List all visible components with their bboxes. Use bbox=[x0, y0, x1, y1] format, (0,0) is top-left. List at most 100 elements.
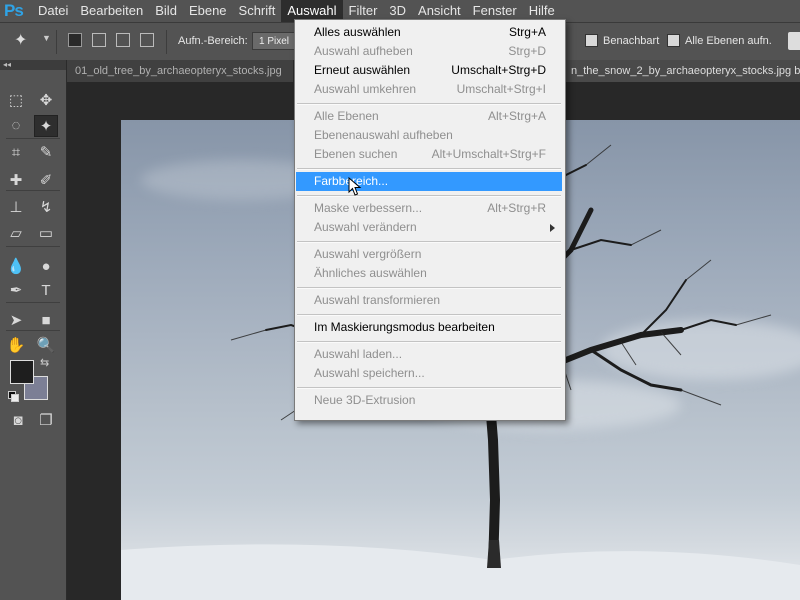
clone-stamp-icon[interactable]: ⊥ bbox=[4, 197, 28, 219]
menu-item-label: Maske verbessern... bbox=[314, 201, 423, 215]
menu-bearbeiten[interactable]: Bearbeiten bbox=[74, 0, 149, 22]
hand-icon[interactable]: ✋ bbox=[4, 335, 28, 357]
menu-item-alles-auswahlen[interactable]: Alles auswählen Strg+A bbox=[296, 23, 562, 42]
photoshop-logo-icon: Ps bbox=[4, 1, 24, 20]
menu-item-label: Auswahl speichern... bbox=[314, 366, 425, 380]
foreground-color-swatch[interactable] bbox=[10, 360, 34, 384]
submenu-arrow-icon bbox=[550, 224, 555, 232]
menu-item-label: Auswahl umkehren bbox=[314, 82, 417, 96]
sample-size-label: Aufn.-Bereich: bbox=[178, 35, 248, 47]
menu-item-auswahl-laden: Auswahl laden... bbox=[296, 345, 562, 364]
menu-item-label: Ebenenauswahl aufheben bbox=[314, 128, 453, 142]
menu-item-shortcut: Strg+A bbox=[508, 25, 546, 39]
toolbar-divider bbox=[6, 246, 60, 247]
menu-item-label: Auswahl vergrößern bbox=[314, 247, 422, 261]
menu-schrift[interactable]: Schrift bbox=[233, 0, 282, 22]
divider bbox=[166, 30, 167, 54]
menu-bild[interactable]: Bild bbox=[149, 0, 183, 22]
menu-item-auswahl-speichern: Auswahl speichern... bbox=[296, 364, 562, 383]
menu-item-label: Auswahl transformieren bbox=[314, 293, 441, 307]
menu-item-shortcut: Umschalt+Strg+I bbox=[456, 82, 546, 96]
subtract-from-selection-icon[interactable] bbox=[116, 33, 130, 47]
mouse-cursor-icon bbox=[348, 177, 362, 196]
menu-item-farbbereich[interactable]: Farbbereich... bbox=[296, 172, 562, 191]
tools-panel: ◂◂ ⇆ ◙ ❐ ⬚ ✥ ◌ ✦ ⌗ ✎ ✚ ✐ ⊥ ↯ ▱ ▭ 💧 ● ✒ T ➤ ■ ✋ 🔍 bbox=[0, 60, 67, 600]
crop-icon[interactable]: ⌗ bbox=[4, 142, 28, 164]
menu-item-auswahl-aufheben: Auswahl aufheben Strg+D bbox=[296, 42, 562, 61]
tab-document-2[interactable]: n_the_snow_2_by_archaeopteryx_stocks.jpg… bbox=[563, 60, 800, 82]
menu-item-shortcut: Alt+Strg+R bbox=[487, 201, 546, 215]
menu-item-label: Neue 3D-Extrusion bbox=[314, 393, 416, 407]
menu-item-label: Ebenen suchen bbox=[314, 147, 398, 161]
healing-brush-icon[interactable]: ✚ bbox=[4, 170, 28, 192]
dodge-icon[interactable]: ● bbox=[34, 256, 58, 278]
type-icon[interactable]: T bbox=[34, 280, 58, 302]
blur-icon[interactable]: 💧 bbox=[4, 256, 28, 278]
magic-wand-icon[interactable]: ✦ bbox=[34, 115, 58, 137]
gradient-icon[interactable]: ▭ bbox=[34, 223, 58, 245]
menu-item-ebenenauswahl-aufheben: Ebenenauswahl aufheben bbox=[296, 126, 562, 145]
menu-item-auswahl-vergro-ern: Auswahl vergrößern bbox=[296, 245, 562, 264]
menu-separator bbox=[297, 103, 561, 105]
menu-datei[interactable]: Datei bbox=[32, 0, 74, 22]
tab-document-1[interactable]: 01_old_tree_by_archaeopteryx_stocks.jpg bbox=[67, 60, 294, 82]
magic-wand-tool-preset-icon[interactable]: ✦ bbox=[14, 30, 40, 52]
pen-icon[interactable]: ✒ bbox=[4, 280, 28, 302]
menu-separator bbox=[297, 241, 561, 243]
new-selection-icon[interactable] bbox=[68, 33, 82, 47]
lasso-icon[interactable]: ◌ bbox=[4, 115, 28, 137]
zoom-icon[interactable]: 🔍 bbox=[34, 335, 58, 357]
menu-separator bbox=[297, 287, 561, 289]
intersect-selection-icon[interactable] bbox=[140, 33, 154, 47]
menu-item-shortcut: Umschalt+Strg+D bbox=[451, 63, 546, 77]
eyedropper-icon[interactable]: ✎ bbox=[34, 142, 58, 164]
menu-item-auswahl-umkehren: Auswahl umkehren Umschalt+Strg+I bbox=[296, 80, 562, 99]
path-selection-icon[interactable]: ➤ bbox=[4, 310, 28, 332]
menu-item-auswahl-transformieren: Auswahl transformieren bbox=[296, 291, 562, 310]
menu-item-ahnliches-auswahlen: Ähnliches auswählen bbox=[296, 264, 562, 283]
menu-item-label: Auswahl verändern bbox=[314, 220, 417, 234]
rectangular-marquee-icon[interactable]: ⬚ bbox=[4, 90, 28, 112]
swap-colors-icon[interactable]: ⇆ bbox=[40, 356, 49, 369]
menu-item-neue-3d-extrusion: Neue 3D-Extrusion bbox=[296, 391, 562, 410]
toolbar-divider bbox=[6, 190, 60, 191]
menu-separator bbox=[297, 168, 561, 170]
menu-item-auswahl-verandern: Auswahl verändern bbox=[296, 218, 562, 237]
brush-icon[interactable]: ✐ bbox=[34, 170, 58, 192]
all-layers-label: Alle Ebenen aufn. bbox=[685, 35, 772, 47]
menu-item-im-maskierungsmodus-bearbeiten[interactable]: Im Maskierungsmodus bearbeiten bbox=[296, 318, 562, 337]
menu-item-maske-verbessern: Maske verbessern... Alt+Strg+R bbox=[296, 199, 562, 218]
auswahl-dropdown-menu: Alles auswählen Strg+A Auswahl aufheben Str… bbox=[294, 19, 566, 421]
refine-edge-button[interactable] bbox=[788, 32, 800, 50]
contiguous-checkbox[interactable] bbox=[585, 34, 598, 47]
screen-mode-icon[interactable]: ❐ bbox=[34, 410, 58, 432]
rectangle-shape-icon[interactable]: ■ bbox=[34, 310, 58, 332]
menu-item-label: Ähnliches auswählen bbox=[314, 266, 427, 280]
menu-item-alle-ebenen: Alle Ebenen Alt+Strg+A bbox=[296, 107, 562, 126]
collapse-toolbar-icon[interactable]: ◂◂ bbox=[0, 60, 66, 70]
all-layers-checkbox[interactable] bbox=[667, 34, 680, 47]
menu-item-label: Alle Ebenen bbox=[314, 109, 379, 123]
history-brush-icon[interactable]: ↯ bbox=[34, 197, 58, 219]
menu-ebene[interactable]: Ebene bbox=[183, 0, 233, 22]
contiguous-label: Benachbart bbox=[603, 35, 660, 47]
add-to-selection-icon[interactable] bbox=[92, 33, 106, 47]
eraser-icon[interactable]: ▱ bbox=[4, 223, 28, 245]
menu-item-label: Auswahl laden... bbox=[314, 347, 403, 361]
move-icon[interactable]: ✥ bbox=[34, 90, 58, 112]
menu-item-shortcut: Alt+Strg+A bbox=[487, 109, 546, 123]
default-colors-icon[interactable] bbox=[8, 391, 19, 402]
sample-size-select[interactable]: 1 Pixel bbox=[252, 32, 296, 50]
menu-item-erneut-auswahlen[interactable]: Erneut auswählen Umschalt+Strg+D bbox=[296, 61, 562, 80]
chevron-down-icon[interactable]: ▼ bbox=[42, 33, 51, 43]
toolbar-divider bbox=[6, 330, 60, 331]
menu-item-shortcut: Alt+Umschalt+Strg+F bbox=[431, 147, 546, 161]
toolbar-divider bbox=[6, 138, 60, 139]
menu-item-shortcut: Strg+D bbox=[508, 44, 546, 58]
menu-item-label: Im Maskierungsmodus bearbeiten bbox=[314, 320, 495, 334]
menu-separator bbox=[297, 314, 561, 316]
menu-separator bbox=[297, 341, 561, 343]
menu-item-label: Alles auswählen bbox=[314, 25, 401, 39]
quick-mask-icon[interactable]: ◙ bbox=[6, 410, 30, 432]
menu-separator bbox=[297, 387, 561, 389]
